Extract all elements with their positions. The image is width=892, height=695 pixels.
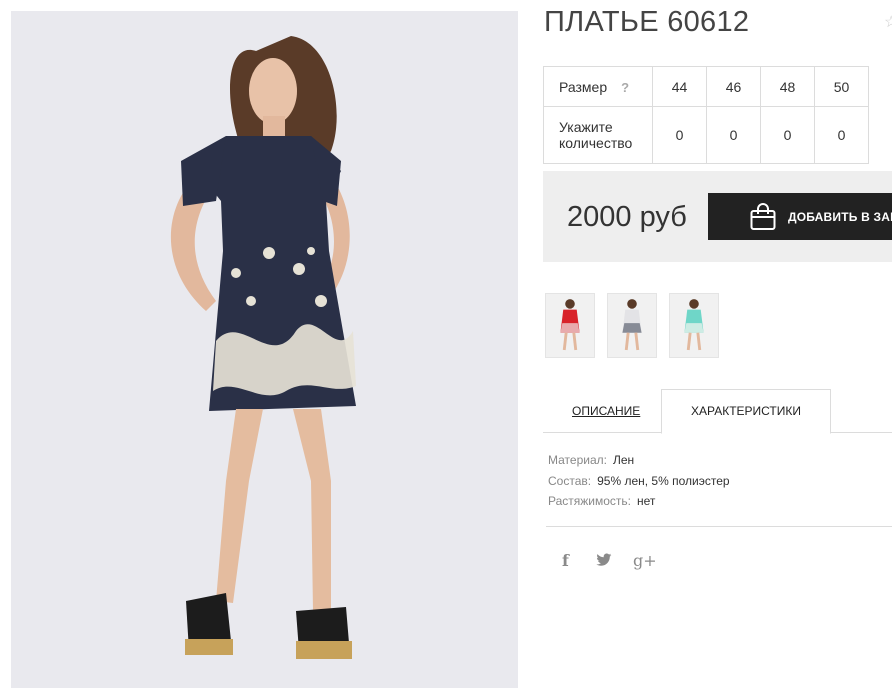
spec-composition-value: 95% лен, 5% полиэстер <box>597 474 730 488</box>
add-to-cart-button[interactable]: ДОБАВИТЬ В ЗАКАЗ <box>708 193 892 240</box>
spec-material: Материал: Лен <box>548 453 634 467</box>
model-in-dress-image <box>11 11 518 688</box>
white-dress-thumbnail-image <box>608 294 656 357</box>
spec-stretch-value: нет <box>637 494 656 508</box>
facebook-icon[interactable]: f <box>562 551 569 570</box>
shopping-bag-icon <box>750 203 776 230</box>
quantity-input-44[interactable]: 0 <box>652 106 707 164</box>
product-title: ПЛАТЬЕ 60612 <box>544 6 750 38</box>
add-to-cart-label: ДОБАВИТЬ В ЗАКАЗ <box>788 210 892 224</box>
section-divider <box>546 526 892 527</box>
size-help-icon[interactable]: ? <box>621 80 629 95</box>
tab-specifications[interactable]: ХАРАКТЕРИСТИКИ <box>661 389 831 434</box>
color-thumbnail-mint[interactable] <box>669 293 719 358</box>
quantity-label-cell: Укажите количество <box>543 106 653 164</box>
color-thumbnail-red[interactable] <box>545 293 595 358</box>
spec-composition-key: Состав: <box>548 474 592 488</box>
size-option-48[interactable]: 48 <box>760 66 815 107</box>
size-label-cell: Размер? <box>543 66 653 107</box>
red-dress-thumbnail-image <box>546 294 594 357</box>
spec-material-value: Лен <box>612 453 635 467</box>
tab-description[interactable]: ОПИСАНИЕ <box>572 404 640 418</box>
quantity-row: Укажите количество 0 0 0 0 <box>543 106 869 164</box>
size-option-46[interactable]: 46 <box>706 66 761 107</box>
size-option-44[interactable]: 44 <box>652 66 707 107</box>
spec-stretch-key: Растяжимость: <box>548 494 632 508</box>
size-option-50[interactable]: 50 <box>814 66 869 107</box>
spec-composition: Состав: 95% лен, 5% полиэстер <box>548 474 730 488</box>
quantity-input-46[interactable]: 0 <box>706 106 761 164</box>
twitter-icon[interactable] <box>596 553 612 567</box>
size-label: Размер <box>559 78 608 95</box>
mint-dress-thumbnail-image <box>670 294 718 357</box>
product-main-photo[interactable] <box>11 11 518 688</box>
size-row: Размер? 44 46 48 50 <box>543 66 869 107</box>
product-price: 2000 руб <box>567 201 687 233</box>
quantity-label-line1: Укажите <box>559 119 613 135</box>
size-quantity-table: Размер? 44 46 48 50 Укажите количество 0… <box>543 66 869 164</box>
google-plus-icon[interactable]: g+ <box>633 551 657 570</box>
quantity-label-line2: количество <box>559 135 633 151</box>
quantity-input-50[interactable]: 0 <box>814 106 869 164</box>
color-thumbnail-white[interactable] <box>607 293 657 358</box>
spec-material-key: Материал: <box>548 453 607 467</box>
price-panel: 2000 руб ДОБАВИТЬ В ЗАКАЗ <box>543 171 892 262</box>
quantity-input-48[interactable]: 0 <box>760 106 815 164</box>
favorite-star-icon[interactable]: ☆ <box>884 12 892 32</box>
spec-stretch: Растяжимость: нет <box>548 494 655 508</box>
